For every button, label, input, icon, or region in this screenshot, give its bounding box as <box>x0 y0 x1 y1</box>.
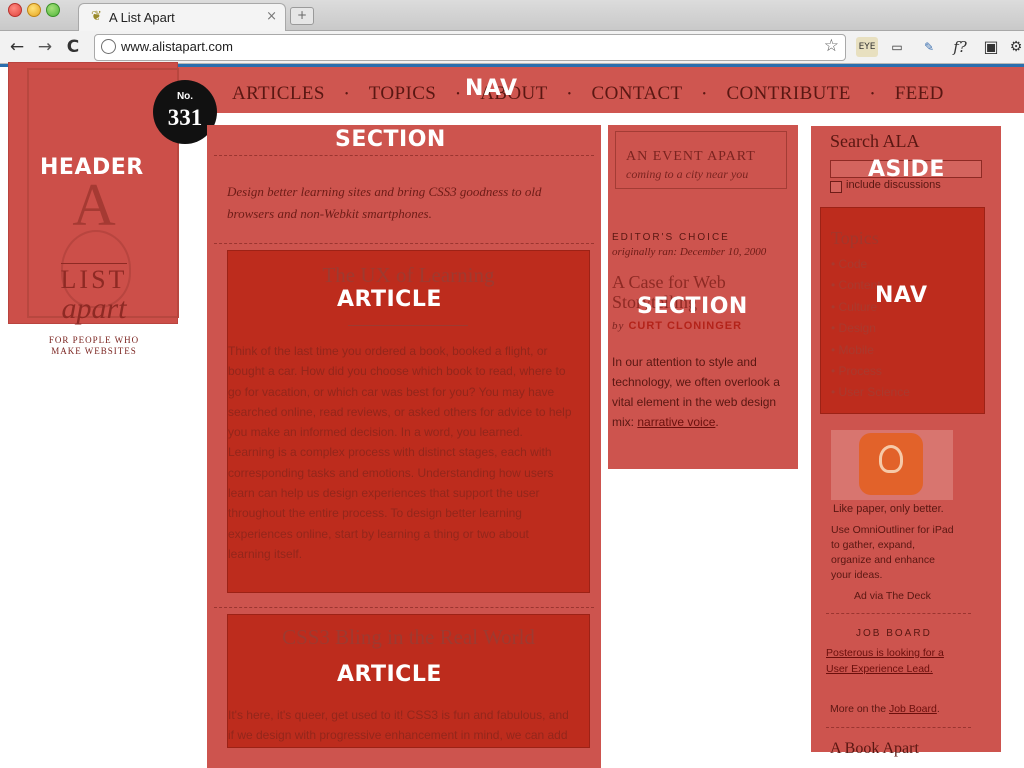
issue-intro: Design better learning sites and bring C… <box>227 184 542 221</box>
issue-prefix: No. <box>176 91 194 102</box>
job-board-more: More on the Job Board. <box>830 703 940 715</box>
reload-button[interactable]: C <box>62 37 84 57</box>
divider <box>214 607 594 608</box>
logo-tagline-line-1: FOR PEOPLE WHO <box>48 335 140 345</box>
omnioutliner-ad-image[interactable] <box>831 430 953 500</box>
topic-item-code[interactable]: • Code <box>831 254 910 275</box>
logo-tagline-line-2: MAKE WEBSITES <box>51 346 137 356</box>
tab-close-icon[interactable]: × <box>266 9 277 24</box>
lightbulb-icon <box>879 445 903 473</box>
divider <box>214 243 594 244</box>
job-board-more-prefix: More on the <box>830 703 887 715</box>
job-board-link[interactable]: Job Board <box>889 703 937 715</box>
originally-ran: originally ran: December 10, 2000 <box>612 246 767 258</box>
article1-overlay-label: ARTICLE <box>337 287 442 312</box>
zoom-window-button[interactable] <box>46 3 60 17</box>
globe-icon <box>101 39 116 54</box>
nav-item-topics[interactable]: TOPICS <box>369 83 437 105</box>
logo-tagline: FOR PEOPLE WHO MAKE WEBSITES <box>9 335 179 357</box>
divider <box>214 155 594 156</box>
nav-separator: • <box>456 88 461 100</box>
nav-side-overlay-label: NAV <box>875 283 928 308</box>
nav-item-articles[interactable]: ARTICLES <box>232 83 325 105</box>
wrench-menu-icon[interactable]: ⚙ <box>1008 37 1024 57</box>
topics-list: • Code • Content • Culture • Design • Mo… <box>831 254 910 404</box>
topics-nav: Topics • Code • Content • Culture • Desi… <box>820 207 985 414</box>
header-overlay-label: HEADER <box>40 155 144 180</box>
article-body: It's here, it's queer, get used to it! C… <box>228 708 569 749</box>
nav-item-feed[interactable]: FEED <box>895 83 944 105</box>
topics-title: Topics <box>831 228 879 248</box>
delicious-extension-icon[interactable]: ▣ <box>980 37 1002 57</box>
logo-list-word: LIST <box>60 265 128 294</box>
byline: by CURT CLONINGER <box>612 320 742 332</box>
bookmark-star-icon[interactable]: ☆ <box>824 36 839 56</box>
nav-separator: • <box>702 88 707 100</box>
logo-letter-a: A <box>72 172 116 238</box>
ad-via[interactable]: Ad via The Deck <box>854 590 931 602</box>
eye-extension-icon[interactable]: EYE <box>856 37 878 57</box>
divider <box>826 727 971 728</box>
article2-overlay-label: ARTICLE <box>337 662 442 687</box>
ala-favicon-icon: ❦ <box>91 9 102 24</box>
book-apart-title[interactable]: A Book Apart <box>830 740 919 758</box>
close-window-button[interactable] <box>8 3 22 17</box>
job-board-title: JOB BOARD <box>856 628 932 639</box>
article-title[interactable]: The UX of Learning <box>228 263 589 288</box>
browser-toolbar: ← → C www.alistapart.com ☆ EYE ▭ ✎ f? ▣ … <box>0 31 1024 64</box>
ad-tagline: Like paper, only better. <box>833 503 944 515</box>
nav-item-contact[interactable]: CONTACT <box>592 83 683 105</box>
nav-separator: • <box>567 88 572 100</box>
nav-item-contribute[interactable]: CONTRIBUTE <box>726 83 850 105</box>
section-main-overlay-label: SECTION <box>335 127 446 152</box>
editors-choice-title-line-1: A Case for Web <box>612 272 726 292</box>
tab-title: A List Apart <box>109 10 175 25</box>
logo-apart-word: apart <box>61 292 127 325</box>
lightbulb-app-icon <box>859 433 923 495</box>
job-board-more-suffix: . <box>936 703 940 715</box>
topic-item-mobile[interactable]: • Mobile <box>831 340 910 361</box>
event-apart-banner[interactable]: AN EVENT APART coming to a city near you <box>615 131 787 189</box>
editors-choice-excerpt: In our attention to style and technology… <box>612 352 792 432</box>
event-subtitle: coming to a city near you <box>626 167 749 181</box>
forward-button[interactable]: → <box>34 37 56 57</box>
narrative-voice-link[interactable]: narrative voice <box>637 415 715 429</box>
author-name[interactable]: CURT CLONINGER <box>628 320 742 332</box>
browser-tab[interactable]: ❦ A List Apart × <box>78 3 286 32</box>
font-finder-extension-icon[interactable]: f? <box>948 37 972 57</box>
logo-rule <box>61 263 127 264</box>
address-bar[interactable]: www.alistapart.com ☆ <box>94 34 846 61</box>
job-listing-link[interactable]: Posterous is looking for a User Experien… <box>826 645 966 677</box>
divider <box>826 613 971 614</box>
article-title[interactable]: CSS3 Bling in the Real World <box>228 625 589 650</box>
aside-overlay-label: ASIDE <box>868 157 945 182</box>
new-tab-button[interactable]: + <box>290 7 314 25</box>
section-side-overlay-label: SECTION <box>637 294 748 319</box>
editors-choice-label: EDITOR'S CHOICE <box>612 232 730 243</box>
eyedropper-extension-icon[interactable]: ✎ <box>918 37 940 57</box>
minimize-window-button[interactable] <box>27 3 41 17</box>
ad-copy: Use OmniOutliner for iPad to gather, exp… <box>831 524 954 581</box>
back-button[interactable]: ← <box>6 37 28 57</box>
browser-tab-strip: ❦ A List Apart × + <box>0 0 1024 32</box>
article-body: Think of the last time you ordered a boo… <box>228 344 572 561</box>
topic-item-process[interactable]: • Process <box>831 361 910 382</box>
article-title-rule <box>348 325 468 326</box>
topic-item-user-science[interactable]: • User Science <box>831 382 910 403</box>
search-title: Search ALA <box>830 131 920 151</box>
include-discussions-checkbox[interactable] <box>830 181 842 193</box>
window-extension-icon[interactable]: ▭ <box>886 37 908 57</box>
nav-overlay-label: NAV <box>465 76 518 101</box>
nav-separator: • <box>344 88 349 100</box>
excerpt-period: . <box>715 415 719 429</box>
top-nav-menu: ARTICLES • TOPICS • ABOUT • CONTACT • CO… <box>232 82 944 106</box>
nav-separator: • <box>870 88 875 100</box>
topic-item-design[interactable]: • Design <box>831 318 910 339</box>
url-text[interactable]: www.alistapart.com <box>121 39 233 54</box>
byline-prefix: by <box>612 320 625 332</box>
event-title: AN EVENT APART <box>626 149 756 164</box>
